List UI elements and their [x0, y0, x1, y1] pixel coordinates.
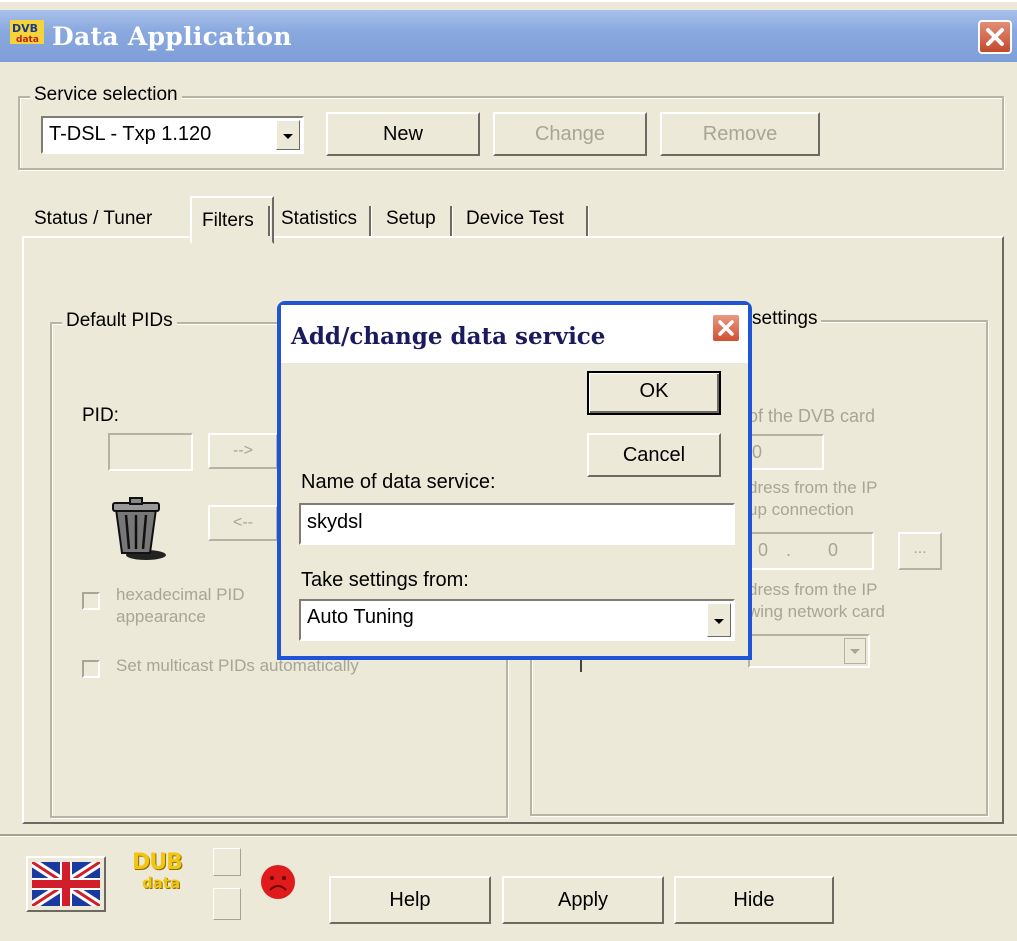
- ip-network-label-line2: wing network card: [748, 602, 886, 621]
- uk-flag-icon: [32, 862, 100, 906]
- service-select-value: T-DSL - Txp 1.120: [49, 123, 212, 145]
- dvb-card-label: of the DVB card: [748, 406, 876, 426]
- status-indicator-top: [213, 848, 241, 876]
- svg-text:DVB: DVB: [12, 22, 38, 35]
- language-button[interactable]: [26, 856, 106, 912]
- bottom-separator: [0, 834, 1017, 837]
- take-settings-select[interactable]: Auto Tuning: [299, 599, 735, 641]
- close-icon: [986, 28, 1004, 46]
- default-pids-legend: Default PIDs: [62, 310, 177, 332]
- chevron-down-icon: [850, 649, 860, 654]
- service-selection-legend: Service selection: [30, 84, 182, 106]
- browse-button[interactable]: ...: [898, 532, 942, 570]
- close-icon: [718, 320, 734, 336]
- hex-pid-label-line2: appearance: [116, 607, 206, 626]
- ip-dot: .: [786, 540, 792, 560]
- hex-pid-checkbox[interactable]: [82, 592, 100, 610]
- ip-octet-value: 0: [828, 540, 839, 560]
- network-card-select[interactable]: [748, 634, 870, 668]
- pid-input[interactable]: [108, 433, 193, 471]
- hex-pid-label-line1: hexadecimal PID: [116, 585, 245, 604]
- name-input[interactable]: skydsl: [299, 503, 735, 545]
- cancel-button[interactable]: Cancel: [587, 433, 721, 477]
- ok-button[interactable]: OK: [587, 371, 721, 415]
- dialog-close-button[interactable]: [711, 313, 741, 343]
- change-button[interactable]: Change: [493, 112, 647, 156]
- tab-setup[interactable]: Setup: [386, 208, 436, 230]
- trash-icon[interactable]: [110, 495, 166, 566]
- pid-label: PID:: [82, 405, 119, 426]
- add-pid-button[interactable]: -->: [208, 433, 278, 469]
- chevron-down-icon: [714, 619, 724, 624]
- tab-status-tuner[interactable]: Status / Tuner: [34, 208, 152, 230]
- group-marker: [580, 660, 582, 672]
- tab-statistics[interactable]: Statistics: [281, 208, 357, 230]
- apply-button[interactable]: Apply: [502, 876, 664, 924]
- svg-text:data: data: [16, 35, 39, 45]
- remove-button[interactable]: Remove: [660, 112, 820, 156]
- logo-bottom-text: data: [142, 874, 181, 892]
- dvb-card-field[interactable]: 0: [748, 434, 824, 470]
- dvb-data-logo: DUB data: [126, 848, 196, 904]
- window-title: Data Application: [52, 22, 292, 51]
- ip-address-field[interactable]: 0 . 0: [748, 532, 874, 570]
- tab-device-test[interactable]: Device Test: [466, 208, 564, 230]
- tab-divider: [450, 206, 453, 236]
- ip-octet-value: 0: [758, 540, 769, 560]
- chevron-down-icon: [283, 134, 293, 139]
- add-change-dialog: Add/change data service OK Cancel Name o…: [277, 301, 752, 660]
- logo-top-text: DUB: [132, 850, 183, 875]
- app-icon: DVB data: [10, 18, 44, 48]
- dvb-card-field-value: 0: [752, 442, 763, 462]
- multicast-checkbox[interactable]: [82, 660, 100, 678]
- name-label: Name of data service:: [301, 471, 496, 493]
- ip-network-label-line1: dress from the IP: [748, 580, 878, 599]
- hide-button[interactable]: Hide: [674, 876, 834, 924]
- take-settings-dropdown-button[interactable]: [707, 603, 731, 637]
- tab-divider: [369, 206, 372, 236]
- take-settings-value: Auto Tuning: [307, 606, 414, 628]
- network-card-dropdown-button[interactable]: [844, 638, 866, 664]
- remove-pid-button[interactable]: <--: [208, 505, 278, 541]
- status-indicator-bottom: [213, 888, 241, 920]
- dialog-title: Add/change data service: [291, 323, 606, 350]
- tab-divider: [268, 206, 271, 236]
- settings-legend: settings: [748, 308, 822, 330]
- ip-dialup-label-line1: dress from the IP: [748, 478, 878, 497]
- new-button[interactable]: New: [326, 112, 480, 156]
- name-input-value: skydsl: [307, 511, 363, 533]
- help-button[interactable]: Help: [329, 876, 491, 924]
- window-close-button[interactable]: [978, 20, 1012, 54]
- sad-face-icon: [260, 864, 296, 905]
- ip-dialup-label-line2: up connection: [748, 500, 854, 519]
- service-select-dropdown-button[interactable]: [276, 120, 300, 150]
- tab-filters[interactable]: Filters: [202, 210, 254, 232]
- take-settings-label: Take settings from:: [301, 569, 469, 591]
- tab-divider: [586, 206, 589, 236]
- dialog-body: OK Cancel Name of data service: skydsl T…: [281, 355, 748, 656]
- service-select[interactable]: T-DSL - Txp 1.120: [41, 116, 304, 154]
